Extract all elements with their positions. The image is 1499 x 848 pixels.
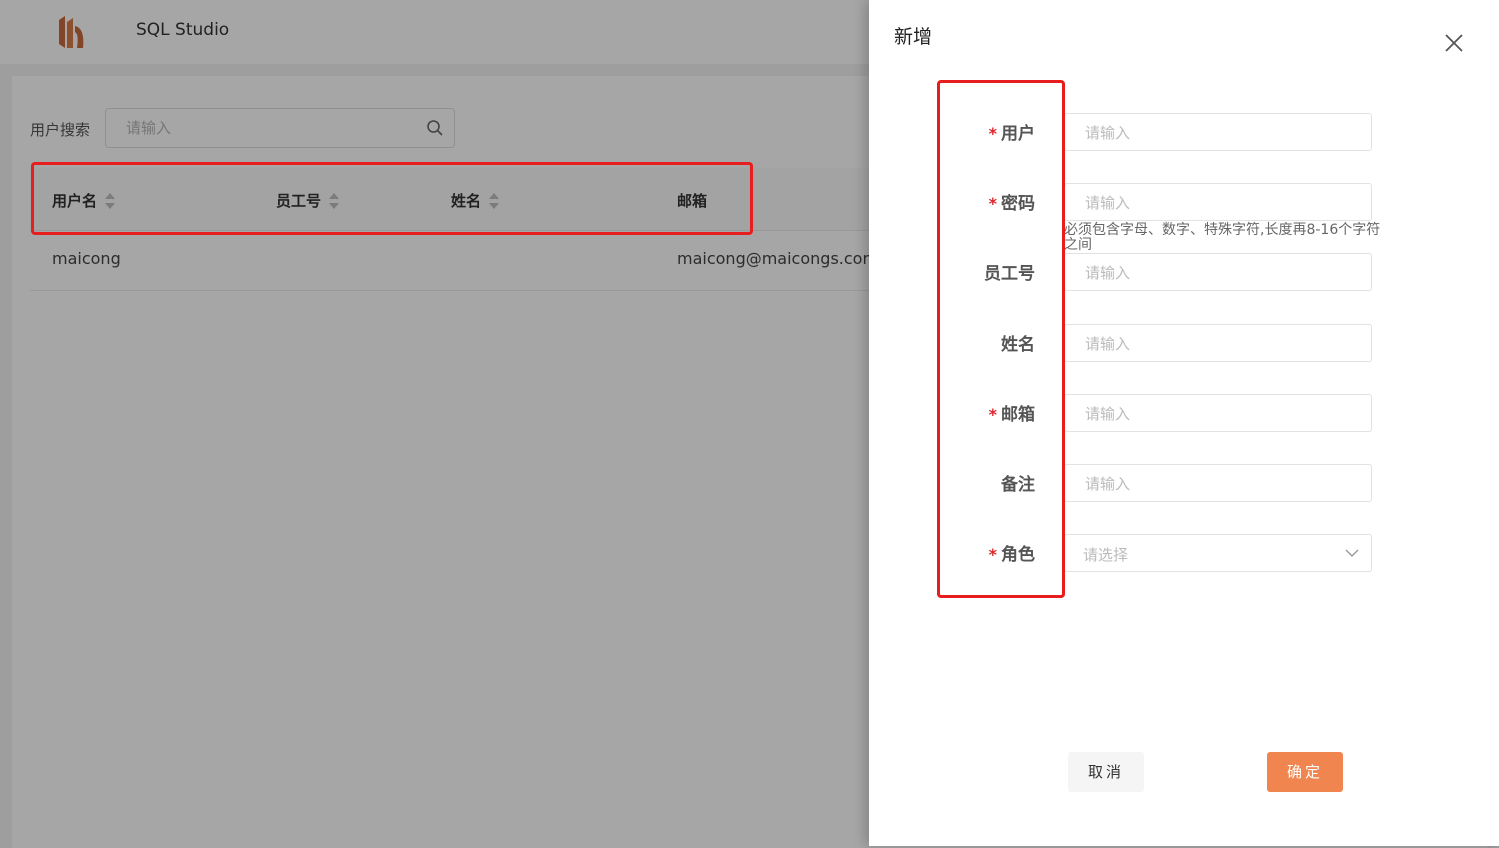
role-select-placeholder: 请选择: [1083, 546, 1129, 564]
field-label-role: * 角色: [988, 545, 1035, 565]
email-field[interactable]: [1064, 394, 1372, 432]
remark-input[interactable]: [1083, 474, 1357, 494]
required-mark: *: [988, 194, 997, 213]
employee-no-input[interactable]: [1083, 263, 1357, 283]
required-mark: *: [988, 405, 997, 424]
password-hint: 必须包含字母、数字、特殊字符,长度再8-16个字符之间: [1064, 222, 1381, 253]
required-mark: *: [988, 545, 997, 564]
chevron-down-icon[interactable]: [1345, 548, 1359, 558]
add-user-drawer: 新增 *用户 *密码 必须包含字母、数字、特殊字符,长度再8-16个字符之间 员…: [869, 0, 1499, 846]
name-field[interactable]: [1064, 324, 1372, 362]
user-input[interactable]: [1083, 123, 1357, 143]
employee-no-field[interactable]: [1064, 253, 1372, 291]
password-field[interactable]: [1064, 183, 1372, 221]
field-label-password: * 密码: [988, 194, 1035, 214]
required-mark: *: [988, 124, 997, 143]
name-input[interactable]: [1083, 334, 1357, 354]
field-label-user: * 用户: [988, 124, 1035, 144]
close-icon[interactable]: [1443, 32, 1465, 54]
remark-field[interactable]: [1064, 464, 1372, 502]
field-label-email: * 邮箱: [988, 405, 1035, 425]
password-input[interactable]: [1083, 193, 1357, 213]
user-field[interactable]: [1064, 113, 1372, 151]
email-input[interactable]: [1083, 404, 1357, 424]
field-label-name: 姓名: [1001, 335, 1035, 355]
cancel-button[interactable]: 取消: [1068, 752, 1144, 792]
confirm-button[interactable]: 确定: [1267, 752, 1343, 792]
role-select[interactable]: 请选择: [1064, 534, 1372, 572]
drawer-title: 新增: [894, 26, 933, 48]
field-label-remark: 备注: [1001, 475, 1035, 495]
field-label-employee-no: 员工号: [984, 264, 1035, 284]
